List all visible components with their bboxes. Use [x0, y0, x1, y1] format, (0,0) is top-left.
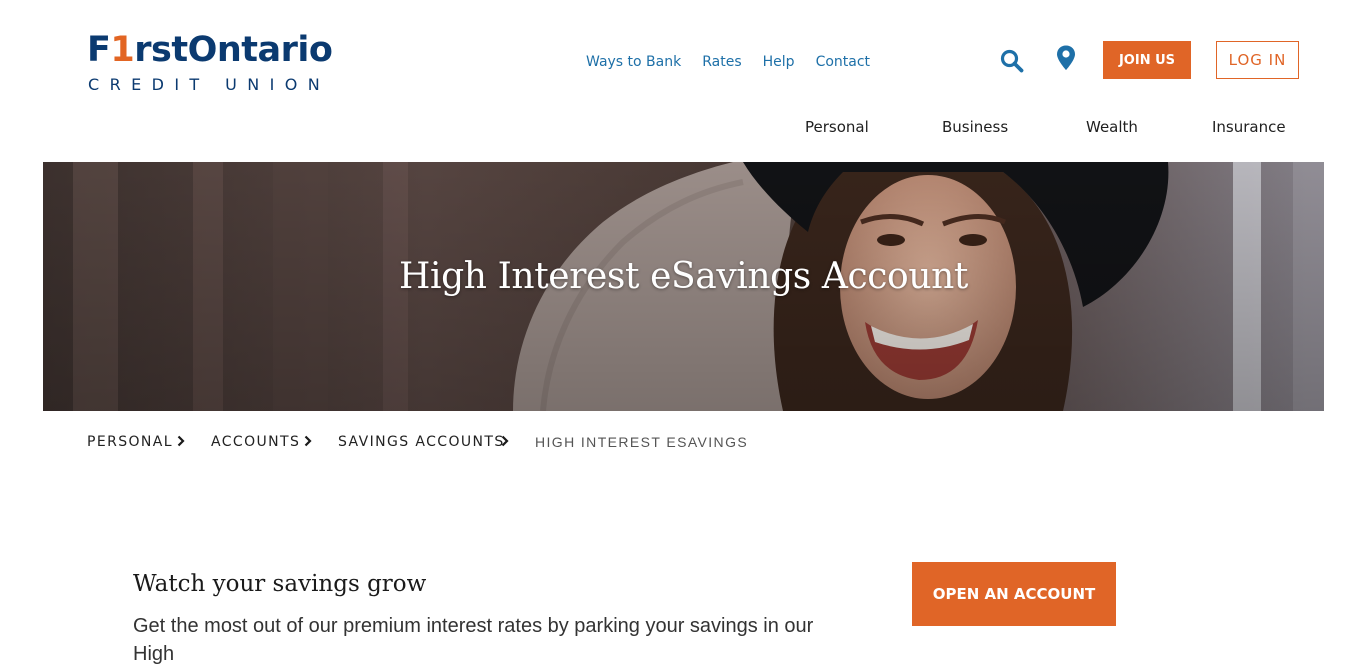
search-button[interactable] [999, 48, 1025, 74]
chevron-right-icon [177, 435, 185, 447]
open-account-button[interactable]: OPEN AN ACCOUNT [912, 562, 1116, 626]
logo[interactable]: F1rstOntario CREDIT UNION [87, 30, 333, 94]
section-body: Get the most out of our premium interest… [133, 615, 814, 665]
main-nav-business[interactable]: Business [942, 117, 1008, 137]
breadcrumb-savings-accounts[interactable]: SAVINGS ACCOUNTS [338, 432, 505, 452]
search-icon [1000, 49, 1024, 73]
main-nav-wealth[interactable]: Wealth [1086, 117, 1138, 137]
util-nav-help[interactable]: Help [763, 52, 795, 72]
chevron-right-icon [501, 435, 509, 447]
section-heading: Watch your savings grow [133, 571, 427, 597]
join-us-button[interactable]: JOIN US [1103, 41, 1191, 79]
logo-subtitle: CREDIT UNION [88, 75, 331, 94]
util-nav-contact[interactable]: Contact [816, 52, 870, 72]
log-in-button[interactable]: LOG IN [1216, 41, 1299, 79]
util-nav-ways-to-bank[interactable]: Ways to Bank [586, 52, 681, 72]
logo-wordmark: F1rstOntario [87, 30, 333, 70]
utility-nav: Ways to Bank Rates Help Contact [586, 52, 870, 72]
logo-accent-one: 1 [110, 30, 135, 70]
breadcrumb-current: HIGH INTEREST ESAVINGS [535, 434, 749, 450]
breadcrumb-accounts[interactable]: ACCOUNTS [211, 432, 300, 452]
hero-banner: High Interest eSavings Account [43, 162, 1324, 411]
main-nav-personal[interactable]: Personal [805, 117, 869, 137]
locations-button[interactable] [1054, 44, 1078, 72]
breadcrumb-personal[interactable]: PERSONAL [87, 432, 173, 452]
page-title: High Interest eSavings Account [399, 256, 968, 297]
main-nav-insurance[interactable]: Insurance [1212, 117, 1286, 137]
util-nav-rates[interactable]: Rates [702, 52, 741, 72]
map-pin-icon [1057, 45, 1075, 70]
chevron-right-icon [304, 435, 312, 447]
